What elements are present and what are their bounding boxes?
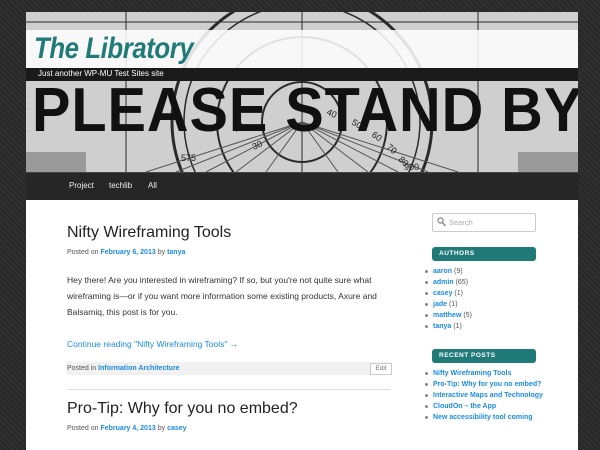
author-link[interactable]: tanya <box>433 323 451 330</box>
list-item: jade (1) <box>424 299 472 310</box>
continue-reading-link[interactable]: Continue reading "Nifty Wireframing Tool… <box>67 339 238 349</box>
list-item: Nifty Wireframing Tools <box>424 368 545 379</box>
header-image-text: PLEASE STAND BY <box>32 76 578 145</box>
post-count: (1) <box>454 290 463 297</box>
posted-on-label: Posted on <box>67 249 99 256</box>
by-label: by <box>157 249 166 256</box>
dial-number: 900 <box>404 162 419 172</box>
author-link[interactable]: casey <box>433 290 452 297</box>
author-link[interactable]: jade <box>433 301 447 308</box>
recent-post-link[interactable]: Interactive Maps and Technology <box>433 392 543 399</box>
posted-on-label: Posted on <box>67 425 99 432</box>
authors-list: aaron (9) admin (65) casey (1) jade (1) … <box>424 266 472 332</box>
site-header: 575 30 20 40 50 60 70 80 900 The Librato… <box>26 12 578 172</box>
post-author-link[interactable]: tanya <box>167 249 185 256</box>
post-count: (1) <box>453 323 462 330</box>
author-link[interactable]: admin <box>433 279 454 286</box>
post-date-link[interactable]: February 4, 2013 <box>100 425 155 432</box>
recent-post-link[interactable]: New accessibility tool coming <box>433 414 533 421</box>
post-meta: Posted on February 6, 2013 by tanya <box>67 249 185 256</box>
post-category-meta: Posted in Information Architecture <box>67 365 180 372</box>
post-count: (1) <box>448 301 458 308</box>
list-item: Pro-Tip: Why for you no embed? <box>424 379 545 390</box>
main-navigation: Project techlib All <box>26 172 578 200</box>
list-item: casey (1) <box>424 288 472 299</box>
nav-item-all[interactable]: All <box>148 181 157 190</box>
posted-in-label: Posted in <box>67 365 97 372</box>
recent-posts-list: Nifty Wireframing Tools Pro-Tip: Why for… <box>424 368 545 423</box>
list-item: New accessibility tool coming <box>424 412 545 423</box>
authors-widget-title: AUTHORS <box>432 247 536 261</box>
recent-posts-widget-title: RECENT POSTS <box>432 349 536 363</box>
list-item: Interactive Maps and Technology <box>424 390 545 401</box>
search-icon <box>437 217 446 227</box>
by-label: by <box>157 425 166 432</box>
search-placeholder: Search <box>449 218 473 227</box>
recent-post-link[interactable]: Nifty Wireframing Tools <box>433 370 511 377</box>
list-item: aaron (9) <box>424 266 472 277</box>
post-divider <box>67 389 390 390</box>
nav-item-project[interactable]: Project <box>69 181 94 190</box>
post-author-link[interactable]: casey <box>167 425 186 432</box>
list-item: matthew (5) <box>424 310 472 321</box>
author-link[interactable]: aaron <box>433 268 452 275</box>
post-date-link[interactable]: February 6, 2013 <box>100 249 155 256</box>
post-excerpt: Hey there! Are you interested in wirefra… <box>67 275 377 317</box>
recent-post-link[interactable]: Pro-Tip: Why for you no embed? <box>433 381 541 388</box>
post-count: (65) <box>455 279 469 286</box>
post-count: (9) <box>454 268 463 275</box>
list-item: tanya (1) <box>424 321 472 332</box>
search-input[interactable]: Search <box>432 213 536 232</box>
post-title[interactable]: Nifty Wireframing Tools <box>67 224 231 242</box>
list-item: CloudOn – the App <box>424 401 545 412</box>
recent-post-link[interactable]: CloudOn – the App <box>433 403 496 410</box>
dial-number: 575 <box>181 153 196 163</box>
list-item: admin (65) <box>424 277 472 288</box>
page-frame: 575 30 20 40 50 60 70 80 900 The Librato… <box>26 12 578 450</box>
post-title[interactable]: Pro-Tip: Why for you no embed? <box>67 400 298 418</box>
author-link[interactable]: matthew <box>433 312 461 319</box>
category-link[interactable]: Information Architecture <box>98 365 179 372</box>
post-meta: Posted on February 4, 2013 by casey <box>67 425 187 432</box>
edit-button[interactable]: Edit <box>370 363 392 375</box>
nav-item-techlib[interactable]: techlib <box>109 181 132 190</box>
post-count: (5) <box>463 312 472 319</box>
site-title[interactable]: The Libratory <box>34 32 194 66</box>
